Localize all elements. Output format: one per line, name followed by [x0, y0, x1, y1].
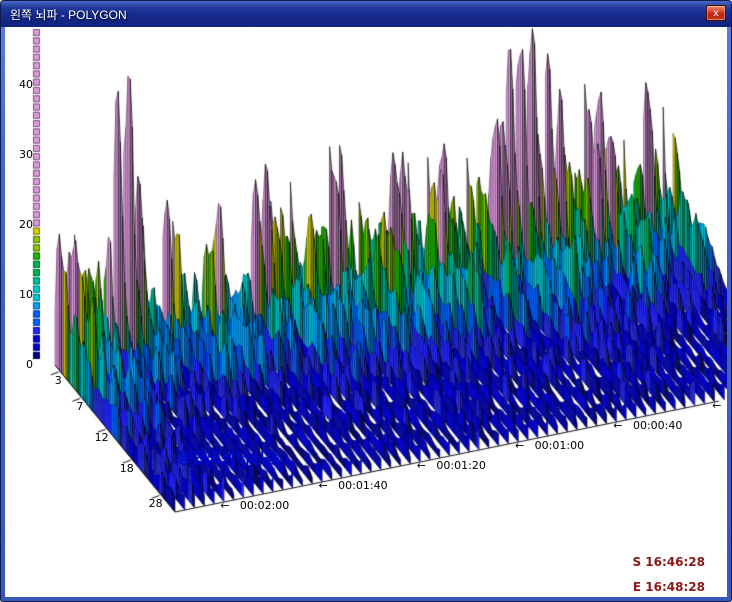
time-tick-label: ← 00:00:40 [613, 419, 682, 432]
title-bar[interactable]: 왼쪽 뇌파 - POLYGON x [1, 1, 731, 27]
frequency-tick-label: 28 [135, 497, 163, 510]
time-tick-label: ← 00:01:00 [515, 439, 584, 452]
amplitude-tick-label: 10 [7, 288, 33, 301]
amplitude-tick-label: 0 [7, 358, 33, 371]
frequency-tick-label: 3 [34, 374, 62, 387]
time-tick-label: ← 00:01:40 [318, 479, 387, 492]
close-button[interactable]: x [706, 5, 726, 21]
time-tick-arrow: ← [712, 399, 721, 412]
surface-plot-canvas [5, 27, 727, 597]
amplitude-tick-label: 20 [7, 218, 33, 231]
window-title: 왼쪽 뇌파 - POLYGON [10, 6, 127, 23]
app-window: 왼쪽 뇌파 - POLYGON x 0 10 20 30 40 3 7 12 18 28 ← 00:… [0, 0, 732, 602]
watermark-text: 통합뇌센터성동 [177, 447, 281, 468]
chart-area: 0 10 20 30 40 3 7 12 18 28 ← 00:00:40 ← 00:01:00 ← 0… [5, 27, 727, 597]
time-tick-label: ← 00:02:00 [220, 499, 289, 512]
time-tick-label: ← 00:01:20 [417, 459, 486, 472]
frequency-tick-label: 7 [55, 400, 83, 413]
frequency-tick-label: 12 [81, 431, 109, 444]
end-time-label: E 16:48:28 [633, 580, 705, 594]
amplitude-tick-label: 40 [7, 78, 33, 91]
frequency-tick-label: 18 [106, 462, 134, 475]
amplitude-tick-label: 30 [7, 148, 33, 161]
start-time-label: S 16:46:28 [632, 555, 705, 569]
